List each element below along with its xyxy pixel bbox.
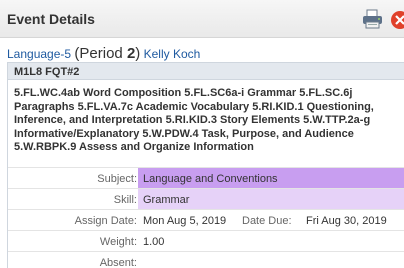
period-prefix: (Period bbox=[74, 45, 127, 62]
skill-label: Skill: bbox=[113, 194, 137, 206]
close-icon[interactable] bbox=[390, 10, 404, 30]
subject-value: Language and Conventions bbox=[138, 168, 404, 188]
course-link[interactable]: Language-5 bbox=[7, 47, 71, 61]
due-date-value: Fri Aug 30, 2019 bbox=[306, 215, 387, 227]
absent-label: Absent: bbox=[99, 257, 137, 268]
subject-label: Subject: bbox=[97, 173, 137, 185]
weight-label: Weight: bbox=[99, 236, 137, 248]
assignment-panel: M1L8 FQT#2 5.FL.WC.4ab Word Composition … bbox=[7, 62, 404, 268]
due-date-label: Date Due: bbox=[242, 215, 292, 227]
subject-row: Subject: Language and Conventions bbox=[8, 167, 404, 188]
dialog-title: Event Details bbox=[7, 11, 95, 27]
skill-value: Grammar bbox=[138, 189, 404, 209]
weight-row: Weight: 1.00 bbox=[8, 230, 404, 251]
assignment-name: M1L8 FQT#2 bbox=[8, 63, 404, 80]
absent-value bbox=[138, 252, 404, 268]
assign-date-label: Assign Date: bbox=[74, 215, 137, 227]
skill-row: Skill: Grammar bbox=[8, 188, 404, 209]
absent-row: Absent: bbox=[8, 251, 404, 268]
period-text: (Period 2) bbox=[74, 45, 140, 62]
printer-icon[interactable] bbox=[362, 9, 384, 29]
dates-row: Assign Date: Mon Aug 5, 2019 Date Due: F… bbox=[8, 209, 404, 230]
dialog-titlebar: Event Details bbox=[0, 0, 404, 38]
teacher-link[interactable]: Kelly Koch bbox=[144, 47, 201, 61]
weight-value: 1.00 bbox=[143, 236, 165, 248]
period-suffix: ) bbox=[135, 45, 141, 62]
event-heading: Language-5 (Period 2) Kelly Koch bbox=[7, 45, 200, 62]
assignment-standards: 5.FL.WC.4ab Word Composition 5.FL.SC6a-i… bbox=[14, 87, 374, 153]
